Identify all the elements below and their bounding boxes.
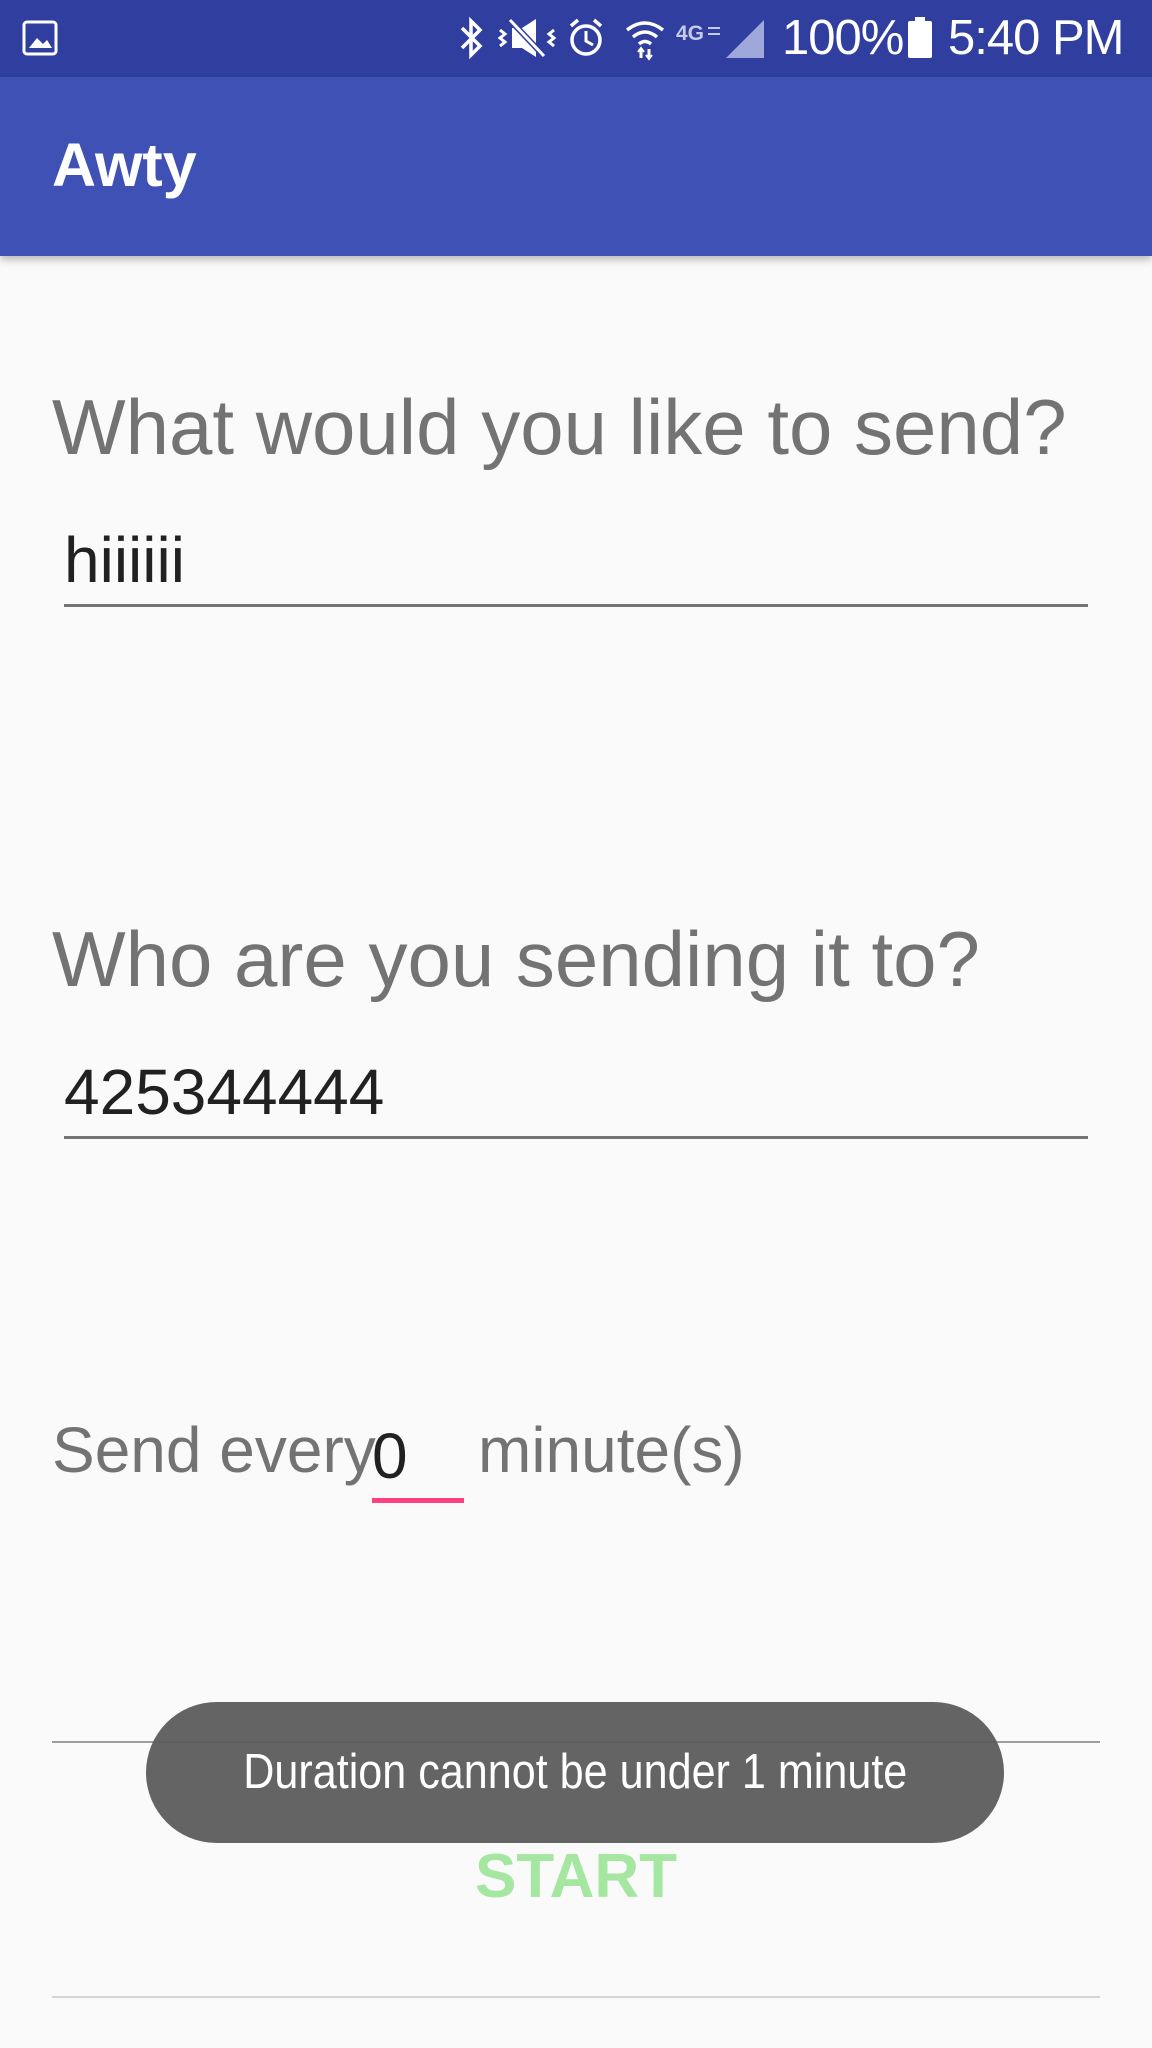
battery-percentage: 100%	[782, 11, 904, 65]
bluetooth-icon	[460, 16, 483, 60]
bottom-divider	[52, 1996, 1100, 1998]
alarm-icon	[569, 18, 603, 56]
start-button[interactable]: START	[376, 1832, 776, 1922]
duration-value: 0	[372, 1420, 408, 1492]
app-bar: Awty	[0, 77, 1152, 256]
signal-icon	[726, 20, 764, 58]
toast-text: Duration cannot be under 1 minute	[242, 1745, 908, 1799]
phone-number-field[interactable]: 425344444	[64, 1044, 1088, 1139]
interval-prefix-label: Send every	[52, 1414, 376, 1486]
message-label: What would you like to send?	[52, 383, 1067, 471]
message-field[interactable]: hiiiiii	[64, 512, 1088, 607]
lte-icon: 4G	[676, 22, 720, 45]
recipient-label: Who are you sending it to?	[52, 915, 980, 1003]
battery-icon	[908, 17, 932, 58]
duration-field[interactable]: 0	[372, 1410, 464, 1503]
vibrate-icon	[497, 17, 557, 59]
status-bar: 4G 100% 5:40 PM	[0, 0, 1152, 77]
message-value: hiiiiii	[64, 524, 185, 596]
gallery-icon	[22, 20, 58, 56]
toast-message: Duration cannot be under 1 minute	[146, 1702, 1004, 1843]
network-label: 4G	[676, 22, 704, 45]
phone-number-value: 425344444	[64, 1056, 385, 1128]
app-title: Awty	[52, 131, 197, 199]
status-time: 5:40 PM	[948, 11, 1124, 65]
interval-suffix-label: minute(s)	[478, 1414, 745, 1486]
wifi-icon	[625, 21, 665, 61]
